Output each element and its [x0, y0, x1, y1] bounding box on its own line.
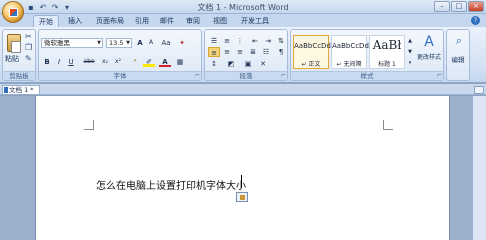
minimize-button[interactable]: –: [434, 1, 450, 12]
help-icon[interactable]: ?: [471, 16, 480, 25]
paste-icon[interactable]: [7, 34, 21, 53]
group-editing: ⌕ 编辑: [446, 29, 470, 81]
align-right-icon[interactable]: ≡: [234, 47, 246, 57]
multilevel-list-icon[interactable]: ⋮: [234, 36, 246, 46]
change-case-button[interactable]: Aa: [159, 38, 173, 48]
window-title: 文档 1 - Microsoft Word: [197, 3, 289, 12]
tab-insert[interactable]: 插入: [64, 15, 86, 27]
maximize-button[interactable]: □: [451, 1, 467, 12]
font-name-value: 微软雅黑: [44, 39, 70, 47]
styles-dialog-launcher-icon[interactable]: ⌐: [437, 72, 442, 79]
font-dialog-launcher-icon[interactable]: ⌐: [195, 72, 200, 79]
font-size-value: 13.5: [109, 39, 124, 47]
shading-icon[interactable]: ◩: [225, 59, 237, 69]
char-shading-icon[interactable]: ▦: [174, 57, 186, 67]
group-label-font: 字体: [39, 71, 201, 80]
group-label-clipboard: 剪贴板: [3, 71, 35, 80]
copy-icon[interactable]: ❐: [25, 43, 32, 52]
show-marks-icon[interactable]: ¶: [275, 47, 287, 57]
highlight-icon[interactable]: ✐: [143, 57, 155, 67]
close-button[interactable]: ×: [468, 1, 484, 12]
tab-developer[interactable]: 开发工具: [239, 15, 271, 27]
sort-icon[interactable]: ⇅: [275, 36, 287, 46]
clear-formatting-icon[interactable]: ✦: [176, 38, 188, 48]
document-tab-strip: 文档 1 *: [0, 84, 486, 95]
tab-home[interactable]: 开始: [33, 15, 59, 27]
font-size-combo[interactable]: 13.5 ▼: [106, 38, 132, 48]
numbering-icon[interactable]: ≡: [221, 36, 233, 46]
format-painter-icon[interactable]: ✎: [25, 54, 32, 63]
tab-review[interactable]: 审阅: [183, 15, 203, 27]
document-workspace: 怎么在电脑上设置打印机字体大小: [0, 96, 486, 240]
borders-icon[interactable]: ▣: [242, 59, 254, 69]
line-spacing-icon[interactable]: ↕: [208, 59, 220, 69]
font-color-icon[interactable]: A: [159, 57, 171, 67]
font-name-combo[interactable]: 微软雅黑 ▼: [41, 38, 103, 48]
style-no-spacing[interactable]: AaBbCcDd ↵ 无间隔: [331, 35, 369, 69]
align-left-icon[interactable]: ≡: [208, 47, 220, 57]
style-sample: AaBł: [372, 38, 402, 52]
cut-icon[interactable]: ✂: [25, 32, 32, 41]
chevron-down-icon[interactable]: ▼: [97, 39, 101, 47]
ruler-toggle-icon[interactable]: [474, 86, 484, 94]
text-effects-icon[interactable]: ᴬ: [129, 57, 141, 67]
paragraph-dialog-launcher-icon[interactable]: ⌐: [281, 72, 286, 79]
decrease-indent-icon[interactable]: ⇤: [249, 36, 261, 46]
style-sample: AaBbCcDd: [332, 42, 369, 50]
style-name: ↵ 正文: [301, 61, 321, 68]
vertical-scrollbar[interactable]: [472, 96, 486, 240]
justify-icon[interactable]: ≣: [247, 47, 259, 57]
tab-references[interactable]: 引用: [132, 15, 152, 27]
bold-button[interactable]: B: [42, 57, 52, 67]
office-button[interactable]: [2, 1, 24, 23]
group-label-styles: 样式: [291, 71, 443, 80]
document-icon: [4, 87, 8, 93]
chevron-down-icon[interactable]: ▼: [126, 39, 130, 47]
style-normal[interactable]: AaBbCcDd ↵ 正文: [293, 35, 331, 69]
underline-button[interactable]: U: [66, 57, 76, 67]
group-font: 微软雅黑 ▼ 13.5 ▼ A A Aa ✦ B I U abe x₂ x² ᴬ…: [38, 29, 202, 81]
text-cursor: [241, 175, 242, 188]
superscript-button[interactable]: x²: [112, 57, 124, 67]
increase-indent-icon[interactable]: ⇥: [262, 36, 274, 46]
margin-corner-top-right: [383, 120, 393, 130]
group-label-paragraph: 段落: [205, 71, 287, 80]
office-logo-icon: [8, 7, 18, 17]
group-styles: AaBbCcDd ↵ 正文 AaBbCcDd ↵ 无间隔 AaBł 标题 1 ▲…: [290, 29, 444, 81]
group-clipboard: 粘贴 ✂ ❐ ✎ 剪贴板: [2, 29, 36, 81]
bullets-icon[interactable]: ☰: [208, 36, 220, 46]
align-center-icon[interactable]: ≡: [221, 47, 233, 57]
shrink-font-button[interactable]: A: [146, 38, 156, 48]
ribbon-tabs: 开始 插入 页面布局 引用 邮件 审阅 视图 开发工具 ?: [0, 14, 486, 27]
group-paragraph: ☰ ≡ ⋮ ⇤ ⇥ ⇅ ≡ ≡ ≡ ≣ ☷ ¶ ↕ ◩ ▣ ✕ 段落 ⌐: [204, 29, 288, 81]
tab-page-layout[interactable]: 页面布局: [92, 15, 128, 27]
styles-scroll-up-icon[interactable]: ▲: [407, 36, 413, 46]
document-text[interactable]: 怎么在电脑上设置打印机字体大小: [96, 177, 246, 192]
ribbon: 粘贴 ✂ ❐ ✎ 剪贴板 微软雅黑 ▼ 13.5 ▼ A A Aa ✦ B I …: [0, 27, 486, 83]
find-icon[interactable]: ⌕: [452, 35, 466, 46]
editing-label[interactable]: 编辑: [447, 54, 469, 64]
style-name: ↵ 无间隔: [336, 61, 362, 68]
paste-options-icon[interactable]: [236, 192, 248, 202]
change-styles-icon[interactable]: A: [417, 34, 441, 50]
tab-mailings[interactable]: 邮件: [157, 15, 177, 27]
distributed-icon[interactable]: ☷: [260, 47, 272, 57]
strikethrough-button[interactable]: abe: [81, 57, 97, 67]
style-name: 标题 1: [378, 61, 396, 68]
style-heading-1[interactable]: AaBł 标题 1: [369, 35, 405, 69]
window-controls: – □ ×: [434, 1, 484, 12]
document-tab-label: 文档 1 *: [9, 86, 34, 94]
tab-view[interactable]: 视图: [210, 15, 230, 27]
change-styles-label[interactable]: 更改样式: [413, 52, 445, 61]
style-sample: AaBbCcDd: [294, 42, 331, 50]
chinese-layout-icon[interactable]: ✕: [257, 59, 269, 69]
paste-button-label[interactable]: 粘贴: [5, 54, 19, 64]
margin-corner-top-left: [84, 120, 94, 130]
grow-font-button[interactable]: A: [135, 38, 145, 48]
italic-button[interactable]: I: [54, 57, 64, 67]
subscript-button[interactable]: x₂: [99, 57, 111, 67]
document-tab[interactable]: 文档 1 *: [2, 85, 40, 95]
document-page[interactable]: 怎么在电脑上设置打印机字体大小: [35, 96, 450, 240]
title-bar: ▪ ↶ ↷ ▾ 文档 1 - Microsoft Word – □ ×: [0, 0, 486, 23]
